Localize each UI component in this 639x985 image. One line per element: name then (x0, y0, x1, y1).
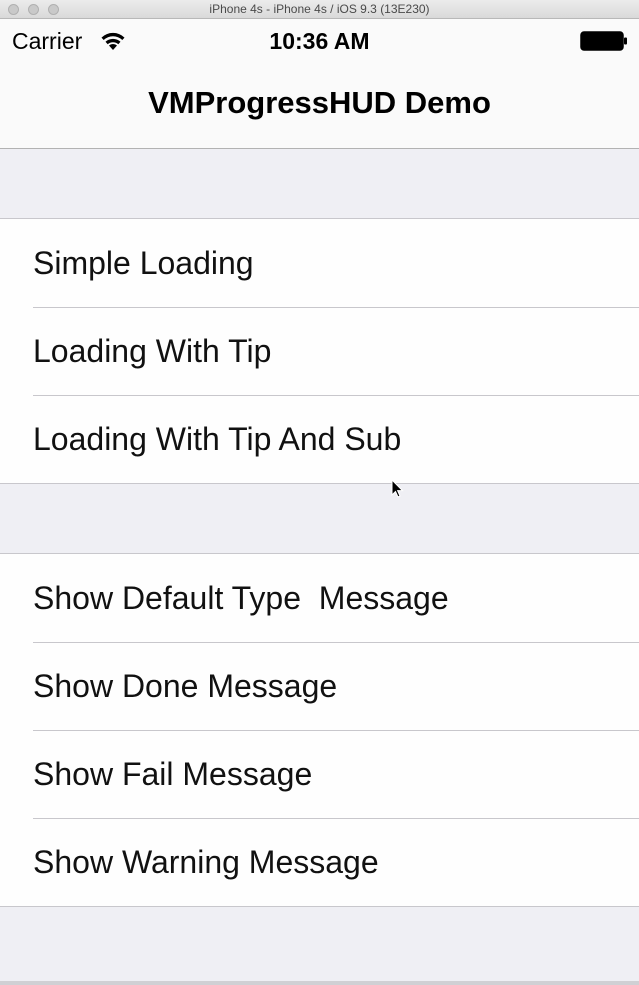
row-label: Show Warning Message (33, 843, 379, 880)
navigation-bar: Carrier 10:36 AM VMProgressHUD Demo (0, 19, 639, 149)
row-label: Loading With Tip And Sub (33, 420, 402, 457)
row-label: Show Default Type Message (33, 579, 449, 616)
status-bar: Carrier 10:36 AM (0, 19, 639, 63)
row-label: Simple Loading (33, 244, 254, 281)
row-label: Show Done Message (33, 667, 338, 704)
window-title: iPhone 4s - iPhone 4s / iOS 9.3 (13E230) (209, 2, 430, 16)
clock: 10:36 AM (269, 28, 370, 54)
row-show-warning-message[interactable]: Show Warning Message (0, 818, 639, 906)
row-loading-with-tip-and-sub[interactable]: Loading With Tip And Sub (0, 395, 639, 483)
cursor-icon (391, 479, 404, 498)
message-section: Show Default Type Message Show Done Mess… (0, 553, 639, 907)
window-titlebar: iPhone 4s - iPhone 4s / iOS 9.3 (13E230) (0, 0, 639, 19)
row-label: Show Fail Message (33, 755, 313, 792)
row-label: Loading With Tip (33, 332, 272, 369)
device-screen: Carrier 10:36 AM VMProgressHUD Demo Simp… (0, 19, 639, 985)
row-show-fail-message[interactable]: Show Fail Message (0, 730, 639, 818)
row-simple-loading[interactable]: Simple Loading (0, 219, 639, 307)
row-show-default-message[interactable]: Show Default Type Message (0, 554, 639, 642)
loading-section: Simple Loading Loading With Tip Loading … (0, 218, 639, 484)
battery-icon (580, 31, 627, 51)
row-loading-with-tip[interactable]: Loading With Tip (0, 307, 639, 395)
row-show-done-message[interactable]: Show Done Message (0, 642, 639, 730)
screen-bottom-edge (0, 981, 639, 985)
page-title: VMProgressHUD Demo (148, 85, 491, 120)
